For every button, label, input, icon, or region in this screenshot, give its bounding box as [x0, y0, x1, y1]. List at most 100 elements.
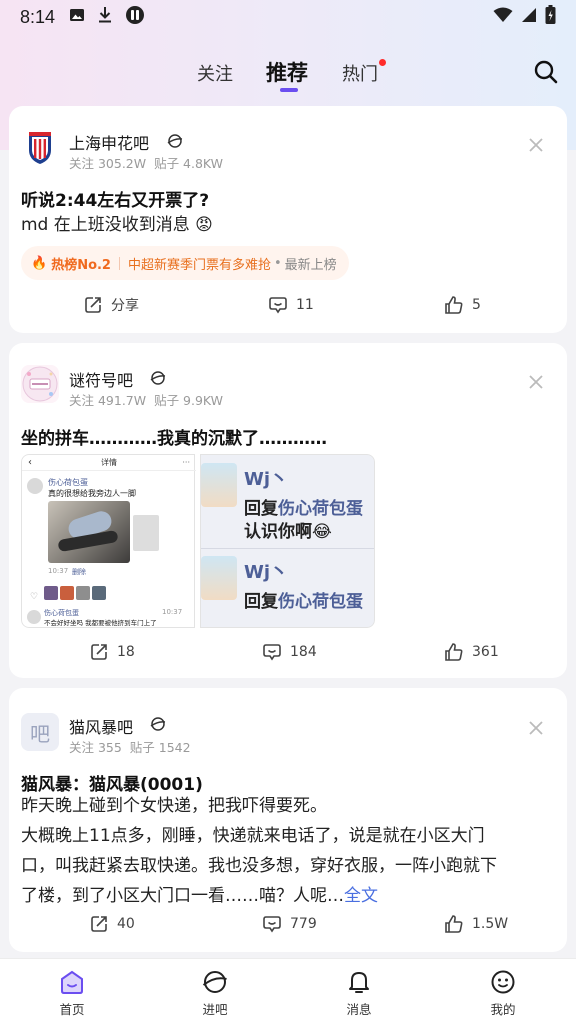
more-icon: ···: [182, 458, 190, 467]
comment-count: 779: [290, 916, 317, 932]
like-button[interactable]: 5: [444, 295, 481, 315]
close-icon[interactable]: [527, 373, 545, 391]
post-image-left[interactable]: ‹ 详情 ··· 伤心荷包蛋 真的很想给我旁边人一脚 10:37 删除 ♡ 伤心…: [21, 454, 196, 628]
read-more-link[interactable]: 全文: [344, 886, 378, 906]
divider: [118, 256, 120, 270]
nav-messages[interactable]: 消息: [319, 969, 399, 1018]
nav-home[interactable]: 首页: [32, 969, 112, 1018]
planet-icon: [150, 716, 166, 732]
post-title[interactable]: 坐的拼车…………我真的沉默了…………: [21, 424, 327, 449]
reply-content: 认识你啊😂: [244, 517, 332, 542]
close-icon[interactable]: [527, 136, 545, 154]
comment-button[interactable]: 779: [262, 914, 317, 934]
comment-icon: [269, 297, 287, 314]
post-card[interactable]: 上海申花吧 关注 305.2W 贴子 4.8KW 听说2:44左右又开票了? m…: [9, 106, 567, 333]
reaction-avatar: [60, 586, 74, 600]
posts-count: 贴子 9.9KW: [154, 393, 224, 408]
forum-name[interactable]: 谜符号吧: [69, 367, 133, 391]
post-body[interactable]: 昨天晚上碰到个女快递，把我吓得要死。 大概晚上11点多，刚睡，快递就来电话了，说…: [21, 791, 555, 911]
nav-label: 进吧: [202, 1002, 228, 1017]
status-bar: 8:14: [0, 0, 576, 34]
like-button[interactable]: 361: [444, 642, 499, 662]
reply-target: 伤心荷包蛋: [278, 592, 363, 612]
nav-profile[interactable]: 我的: [463, 969, 543, 1018]
reaction-avatar: [92, 586, 106, 600]
chat-text: 不会好好坐吗 我都要被他挤到车门上了: [44, 619, 157, 627]
nav-label: 我的: [490, 1002, 516, 1017]
like-button[interactable]: 1.5W: [444, 914, 508, 934]
share-button[interactable]: 40: [89, 914, 135, 934]
post-body-line-last: 了楼，到了小区大门口一看……喵？人呢…全文: [21, 881, 555, 911]
nav-label: 首页: [59, 1002, 85, 1017]
reply-text: 回复伤心荷包蛋: [244, 494, 363, 519]
comment-count: 184: [290, 644, 317, 660]
reply-prefix: 回复: [244, 592, 278, 612]
avatar: [201, 463, 237, 507]
hot-list-tag[interactable]: 🔥 热榜No.2 中超新赛季门票有多难抢 • 最新上榜: [21, 246, 349, 280]
thumbs-up-icon: [445, 296, 463, 314]
post-title[interactable]: 听说2:44左右又开票了?: [21, 186, 209, 211]
post-image-grid[interactable]: ‹ 详情 ··· 伤心荷包蛋 真的很想给我旁边人一脚 10:37 删除 ♡ 伤心…: [21, 454, 375, 628]
post-image-right[interactable]: Wj丶 回复伤心荷包蛋 认识你啊😂 Wj丶 回复伤心荷包蛋: [200, 454, 375, 628]
share-count: 18: [117, 644, 135, 660]
wifi-icon: [493, 7, 513, 28]
default-avatar-text: 吧: [30, 721, 50, 746]
forum-stats: 关注 491.7W 贴子 9.9KW: [69, 390, 223, 409]
share-button[interactable]: 分享: [83, 295, 139, 315]
post-body[interactable]: md 在上班没收到消息 😡: [21, 210, 555, 240]
share-icon: [91, 644, 107, 660]
planet-icon: [167, 133, 183, 149]
status-time: 8:14: [20, 6, 56, 27]
smiley-icon: [491, 970, 515, 994]
post-actions: 分享 11 5: [9, 295, 567, 325]
avatar: [27, 478, 43, 494]
signal-icon: [521, 7, 537, 28]
tab-recommend[interactable]: 推荐: [266, 57, 308, 87]
post-body-line: 了楼，到了小区大门口一看……喵？人呢…: [21, 886, 344, 906]
post-body-line: 昨天晚上碰到个女快递，把我吓得要死。: [21, 796, 327, 816]
share-label: 分享: [111, 298, 139, 314]
comment-button[interactable]: 11: [268, 295, 314, 315]
planet-icon: [150, 370, 166, 386]
share-button[interactable]: 18: [89, 642, 135, 662]
chat-text: 真的很想给我旁边人一脚: [48, 489, 136, 498]
post-card[interactable]: 吧 猫风暴吧 关注 355 贴子 1542 猫风暴：猫风暴(0001) 昨天晚上…: [9, 688, 567, 952]
angry-emoji: 😡: [195, 215, 213, 235]
forum-name[interactable]: 猫风暴吧: [69, 714, 133, 738]
forum-avatar[interactable]: [21, 128, 59, 166]
reaction-avatar: [76, 586, 90, 600]
forum-avatar[interactable]: 吧: [21, 713, 59, 751]
post-card[interactable]: 谜符号吧 关注 491.7W 贴子 9.9KW 坐的拼车…………我真的沉默了………: [9, 343, 567, 678]
download-icon: [97, 6, 113, 29]
hot-rank: 热榜No.2: [51, 257, 111, 273]
comment-button[interactable]: 184: [262, 642, 317, 662]
followers-count: 关注 305.2W: [69, 156, 147, 171]
reply-text: 回复伤心荷包蛋: [244, 587, 363, 612]
screenshot-header: ‹ 详情 ···: [22, 455, 196, 471]
post-body-line: 大概晚上11点多，刚睡，快递就来电话了，说是就在小区大门: [21, 826, 485, 846]
tab-hot[interactable]: 热门: [342, 60, 378, 86]
forum-avatar[interactable]: [21, 365, 59, 403]
top-nav: 关注 推荐 热门: [0, 52, 576, 96]
tab-follow[interactable]: 关注: [197, 60, 233, 86]
forum-name[interactable]: 上海申花吧: [69, 130, 149, 154]
delete-link: 删除: [72, 568, 86, 576]
planet-icon: [202, 971, 227, 993]
hot-badge-dot: [379, 59, 386, 66]
post-actions: 40 779 1.5W: [9, 914, 567, 944]
flame-icon: 🔥: [31, 255, 48, 271]
forum-stats: 关注 305.2W 贴子 4.8KW: [69, 153, 223, 172]
photo-thumbnail: [133, 515, 159, 551]
share-icon: [85, 297, 101, 313]
share-count: 40: [117, 916, 135, 932]
posts-count: 贴子 1542: [129, 740, 191, 755]
comment-count: 11: [296, 297, 314, 313]
avatar: [27, 610, 41, 624]
search-icon[interactable]: [533, 59, 559, 85]
close-icon[interactable]: [527, 719, 545, 737]
reply-username: Wj丶: [244, 562, 289, 583]
post-actions: 18 184 361: [9, 642, 567, 672]
bell-icon: [349, 972, 369, 993]
chat-time: 10:37: [48, 567, 69, 575]
nav-forums[interactable]: 进吧: [175, 969, 255, 1018]
